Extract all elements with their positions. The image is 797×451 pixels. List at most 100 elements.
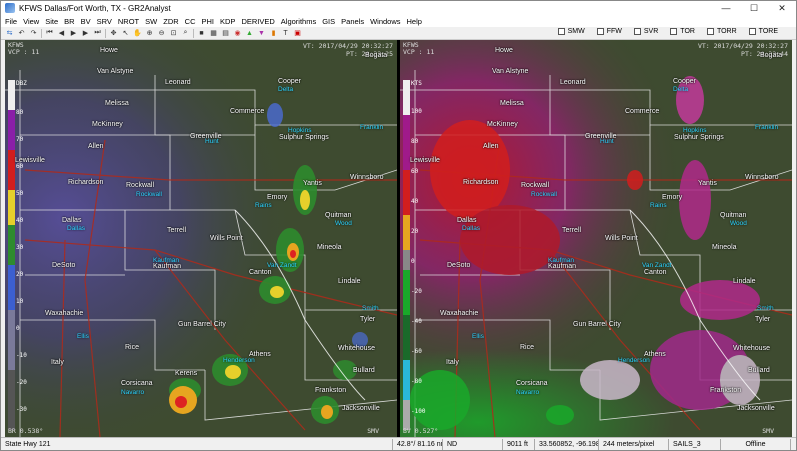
city-label: Kaufman [548,263,577,270]
prev-frame-icon[interactable]: ◀ [57,29,66,38]
velocity-map[interactable] [400,40,792,437]
city-label: Lewisville [15,157,45,164]
filter-torr[interactable]: TORR [706,28,737,35]
county-label: Franklin [360,124,384,131]
city-label: Dallas [457,217,477,224]
filter-tor[interactable]: TOR [670,28,695,35]
menu-windows[interactable]: Windows [370,17,400,26]
menu-sw[interactable]: SW [145,17,157,26]
title-bar: KFWS Dallas/Fort Worth, TX - GR2Analyst … [1,1,796,15]
cube-icon[interactable]: ■ [197,29,206,38]
menu-cc[interactable]: CC [185,17,196,26]
menu-help[interactable]: Help [407,17,422,26]
city-label: Rockwall [521,182,550,189]
city-label: Wills Point [210,235,243,242]
checkbox-icon[interactable] [748,28,756,35]
panel-site-info: KFWS VCP : 11 [8,42,39,56]
next-frame-icon[interactable]: ▶ [81,29,90,38]
menu-derived[interactable]: DERIVED [241,17,274,26]
city-label: Gun Barrel City [178,321,226,328]
city-label: Rice [125,344,140,351]
menu-bv[interactable]: BV [81,17,91,26]
swap-icon[interactable]: ⇆ [5,29,14,38]
menu-phi[interactable]: PHI [202,17,215,26]
county-label: Smith [757,305,774,312]
menu-view[interactable]: View [23,17,39,26]
menu-site[interactable]: Site [45,17,58,26]
filter-ffw[interactable]: FFW [596,28,622,35]
city-label: Winnsboro [745,174,779,181]
menu-zdr[interactable]: ZDR [163,17,178,26]
first-frame-icon[interactable]: ⏮ [45,29,54,38]
window-title: KFWS Dallas/Fort Worth, TX - GR2Analyst [19,3,171,13]
triangle-down-icon[interactable]: ▼ [257,29,266,38]
colorbar-tick: 80 [411,138,419,145]
colorbar-tick: 0 [411,258,415,265]
storm-icon[interactable]: ◉ [233,29,242,38]
undo-icon[interactable]: ↶ [17,29,26,38]
colorbar-tick: 20 [16,271,24,278]
triangle-up-icon[interactable]: ▲ [245,29,254,38]
grid-icon[interactable]: ▦ [209,29,218,38]
dbz-colorbar [8,80,15,430]
filter-smw[interactable]: SMW [557,28,585,35]
radar-panels: DBZ 80 70 60 50 40 30 20 10 0 -10 -20 -3… [5,40,792,437]
layers-icon[interactable]: ▤ [221,29,230,38]
status-scale: 244 meters/pixel [599,438,669,450]
colorbar-unit: DBZ [16,80,27,87]
status-elevation: 9011 ft [503,438,535,450]
magnify-icon[interactable]: ⌕ [181,29,190,38]
status-nd: ND [443,438,503,450]
smv-label: SMV [762,427,774,435]
hand-icon[interactable]: ✋ [133,29,142,38]
checkbox-icon[interactable] [670,28,678,35]
zoom-in-icon[interactable]: ⊕ [145,29,154,38]
city-label: Van Alstyne [492,68,529,75]
city-label: Canton [249,269,272,276]
menu-nrot[interactable]: NROT [118,17,139,26]
filter-tore[interactable]: TORE [748,28,778,35]
zoom-box-icon[interactable]: ⊡ [169,29,178,38]
checkbox-icon[interactable] [706,28,714,35]
menu-panels[interactable]: Panels [341,17,364,26]
maximize-button[interactable]: ☐ [740,1,768,15]
reflectivity-map[interactable] [5,40,397,437]
last-frame-icon[interactable]: ⏭ [93,29,102,38]
checkbox-icon[interactable] [557,28,565,35]
city-label: Sulphur Springs [674,134,724,141]
city-label: Richardson [68,179,104,186]
menu-srv[interactable]: SRV [97,17,112,26]
menu-br[interactable]: BR [64,17,74,26]
menu-algorithms[interactable]: Algorithms [281,17,316,26]
checkbox-icon[interactable] [596,28,604,35]
county-label: Henderson [223,357,255,364]
menu-kdp[interactable]: KDP [220,17,235,26]
zoom-out-icon[interactable]: ⊖ [157,29,166,38]
county-label: Van Zandt [267,262,297,269]
menu-file[interactable]: File [5,17,17,26]
redo-icon[interactable]: ↷ [29,29,38,38]
warning-icon[interactable]: ▮ [269,29,278,38]
app-window: KFWS Dallas/Fort Worth, TX - GR2Analyst … [0,0,797,451]
pan-icon[interactable]: ✥ [109,29,118,38]
reflectivity-panel[interactable]: DBZ 80 70 60 50 40 30 20 10 0 -10 -20 -3… [5,40,397,437]
city-label: Yantis [303,180,322,187]
filter-svr[interactable]: SVR [633,28,658,35]
velocity-panel[interactable]: KTS 100 80 60 40 20 0 -20 -40 -60 -80 -1… [400,40,792,437]
city-label: Sulphur Springs [279,134,329,141]
pointer-icon[interactable]: ↖ [121,29,130,38]
menu-gis[interactable]: GIS [322,17,335,26]
city-label: Rice [520,344,535,351]
window-controls: — ☐ ✕ [712,1,796,15]
menu-bar: File View Site BR BV SRV NROT SW ZDR CC … [1,15,796,27]
county-label: Hunt [205,138,219,145]
play-icon[interactable]: ▶ [69,29,78,38]
minimize-button[interactable]: — [712,1,740,15]
city-label: Commerce [625,108,660,115]
record-icon[interactable]: ▣ [293,29,302,38]
close-button[interactable]: ✕ [768,1,796,15]
text-icon[interactable]: T [281,29,290,38]
county-label: Franklin [755,124,779,131]
velocity-colorbar [403,80,410,430]
checkbox-icon[interactable] [633,28,641,35]
